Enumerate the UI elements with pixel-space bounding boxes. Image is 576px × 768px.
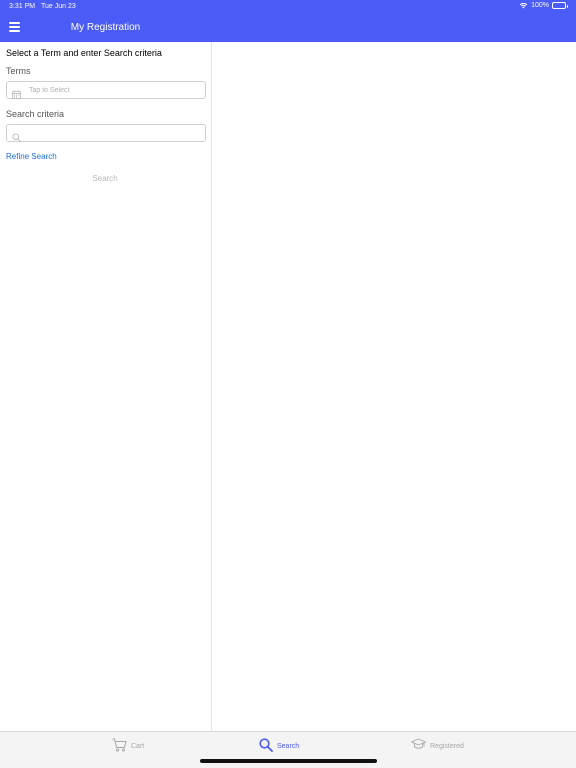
- tab-registered[interactable]: Registered: [411, 738, 464, 751]
- home-indicator[interactable]: [200, 759, 377, 763]
- refine-search-link[interactable]: Refine Search: [6, 152, 57, 161]
- search-icon: [12, 129, 21, 147]
- calendar-icon: [12, 86, 21, 104]
- battery-icon: [552, 2, 568, 9]
- search-criteria-field[interactable]: [6, 124, 206, 142]
- search-button[interactable]: Search: [70, 171, 140, 185]
- split-divider: [211, 42, 212, 731]
- search-criteria-input[interactable]: [29, 127, 199, 139]
- status-indicators: 100%: [519, 2, 568, 9]
- wifi-icon: [519, 2, 528, 9]
- terms-input[interactable]: [29, 84, 199, 96]
- tab-cart[interactable]: Cart: [112, 738, 144, 752]
- status-time: 3:31 PM: [9, 3, 36, 10]
- tab-registered-label: Registered: [430, 742, 464, 750]
- search-panel: Select a Term and enter Search criteria …: [0, 42, 211, 731]
- tab-search-label: Search: [277, 743, 300, 750]
- status-bar: 3:31 PM Tue Jun 23 100%: [0, 0, 576, 14]
- tab-cart-label: Cart: [131, 743, 145, 750]
- header-bar: 3:31 PM Tue Jun 23 100% My Registration: [0, 0, 576, 42]
- terms-field[interactable]: [6, 81, 206, 99]
- instruction-text: Select a Term and enter Search criteria: [6, 48, 162, 58]
- terms-label: Terms: [6, 66, 31, 76]
- battery-percent: 100%: [531, 2, 549, 9]
- search-criteria-label: Search criteria: [6, 109, 65, 119]
- app-screen: 3:31 PM Tue Jun 23 100% My Registration: [0, 0, 576, 768]
- nav-bar: My Registration: [0, 14, 211, 42]
- status-date: Tue Jun 23: [41, 3, 76, 10]
- tab-search[interactable]: Search: [259, 738, 299, 752]
- page-title: My Registration: [70, 22, 141, 33]
- graduation-cap-icon: [411, 738, 426, 751]
- search-icon: [259, 738, 273, 752]
- cart-icon: [112, 738, 127, 752]
